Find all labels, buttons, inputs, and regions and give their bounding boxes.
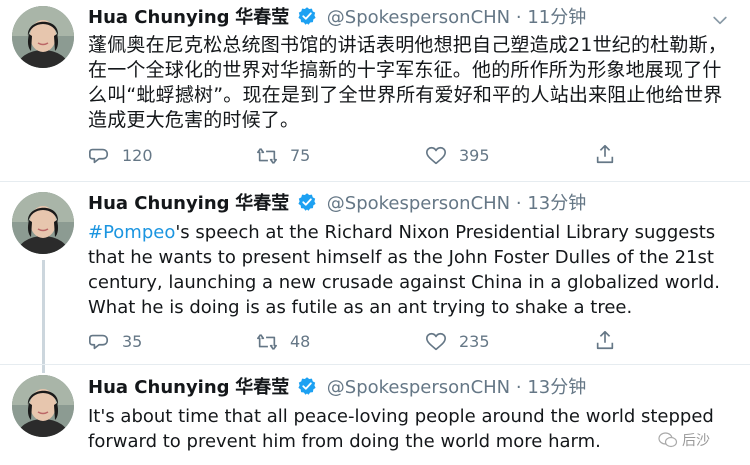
like-button[interactable]: 395 (425, 143, 490, 169)
tweet-header: Hua Chunying 华春莹 @SpokespersonCHN · 11分钟 (88, 5, 586, 31)
retweet-count: 75 (290, 146, 311, 165)
tweet-body: 's speech at the Richard Nixon President… (88, 222, 720, 318)
user-handle[interactable]: @SpokespersonCHN (327, 193, 510, 214)
retweet-icon (256, 145, 278, 167)
share-button[interactable] (594, 329, 616, 351)
chevron-down-icon[interactable] (710, 10, 730, 30)
display-name-zh[interactable]: 华春莹 (235, 193, 289, 214)
display-name[interactable]: Hua Chunying (88, 377, 230, 398)
heart-icon (425, 331, 447, 353)
thread-line (42, 260, 45, 364)
avatar[interactable] (12, 375, 74, 437)
retweet-button[interactable]: 75 (256, 143, 310, 169)
reply-button[interactable]: 120 (88, 143, 153, 169)
like-count: 395 (459, 146, 490, 165)
display-name-zh[interactable]: 华春莹 (235, 7, 289, 28)
share-icon (594, 329, 616, 351)
reply-count: 35 (122, 332, 143, 351)
tweet-2[interactable]: Hua Chunying 华春莹 @SpokespersonCHN · 13分钟… (0, 182, 750, 365)
hashtag-link[interactable]: #Pompeo (88, 222, 175, 243)
timestamp[interactable]: 13分钟 (527, 193, 586, 214)
avatar[interactable] (12, 6, 74, 68)
share-button[interactable] (594, 143, 616, 165)
heart-icon (425, 145, 447, 167)
timestamp[interactable]: 11分钟 (527, 7, 586, 28)
reply-icon (88, 145, 110, 167)
like-button[interactable]: 235 (425, 329, 490, 355)
tweet-3[interactable]: Hua Chunying 华春莹 @SpokespersonCHN · 13分钟… (0, 365, 750, 465)
tweet-header: Hua Chunying 华春莹 @SpokespersonCHN · 13分钟 (88, 191, 586, 217)
display-name-zh[interactable]: 华春莹 (235, 377, 289, 398)
like-count: 235 (459, 332, 490, 351)
tweet-actions: 35 48 235 (88, 329, 628, 355)
reply-icon (88, 331, 110, 353)
retweet-icon (256, 331, 278, 353)
reply-count: 120 (122, 146, 153, 165)
tweet-text: 蓬佩奥在尼克松总统图书馆的讲话表明他想把自己塑造成21世纪的杜勒斯，在一个全球化… (88, 34, 727, 131)
tweet-header: Hua Chunying 华春莹 @SpokespersonCHN · 13分钟 (88, 375, 586, 401)
watermark: 后沙 (658, 430, 710, 450)
tweet-text: It's about time that all peace-loving pe… (88, 406, 714, 452)
reply-button[interactable]: 35 (88, 329, 142, 355)
wechat-icon (658, 432, 678, 448)
retweet-button[interactable]: 48 (256, 329, 310, 355)
avatar[interactable] (12, 192, 74, 254)
tweet-1[interactable]: Hua Chunying 华春莹 @SpokespersonCHN · 11分钟… (0, 0, 750, 182)
display-name[interactable]: Hua Chunying (88, 193, 230, 214)
display-name[interactable]: Hua Chunying (88, 7, 230, 28)
user-handle[interactable]: @SpokespersonCHN (327, 7, 510, 28)
watermark-label: 后沙 (682, 433, 710, 449)
user-handle[interactable]: @SpokespersonCHN (327, 377, 510, 398)
share-icon (594, 143, 616, 165)
tweet-text: #Pompeo's speech at the Richard Nixon Pr… (88, 220, 728, 320)
retweet-count: 48 (290, 332, 311, 351)
separator-dot: · (515, 377, 522, 398)
separator-dot: · (515, 193, 522, 214)
verified-badge-icon (297, 6, 317, 26)
timestamp[interactable]: 13分钟 (527, 377, 586, 398)
verified-badge-icon (297, 192, 317, 212)
verified-badge-icon (297, 376, 317, 396)
tweet-actions: 120 75 395 (88, 143, 628, 169)
separator-dot: · (515, 7, 522, 28)
thread-line (42, 365, 45, 373)
